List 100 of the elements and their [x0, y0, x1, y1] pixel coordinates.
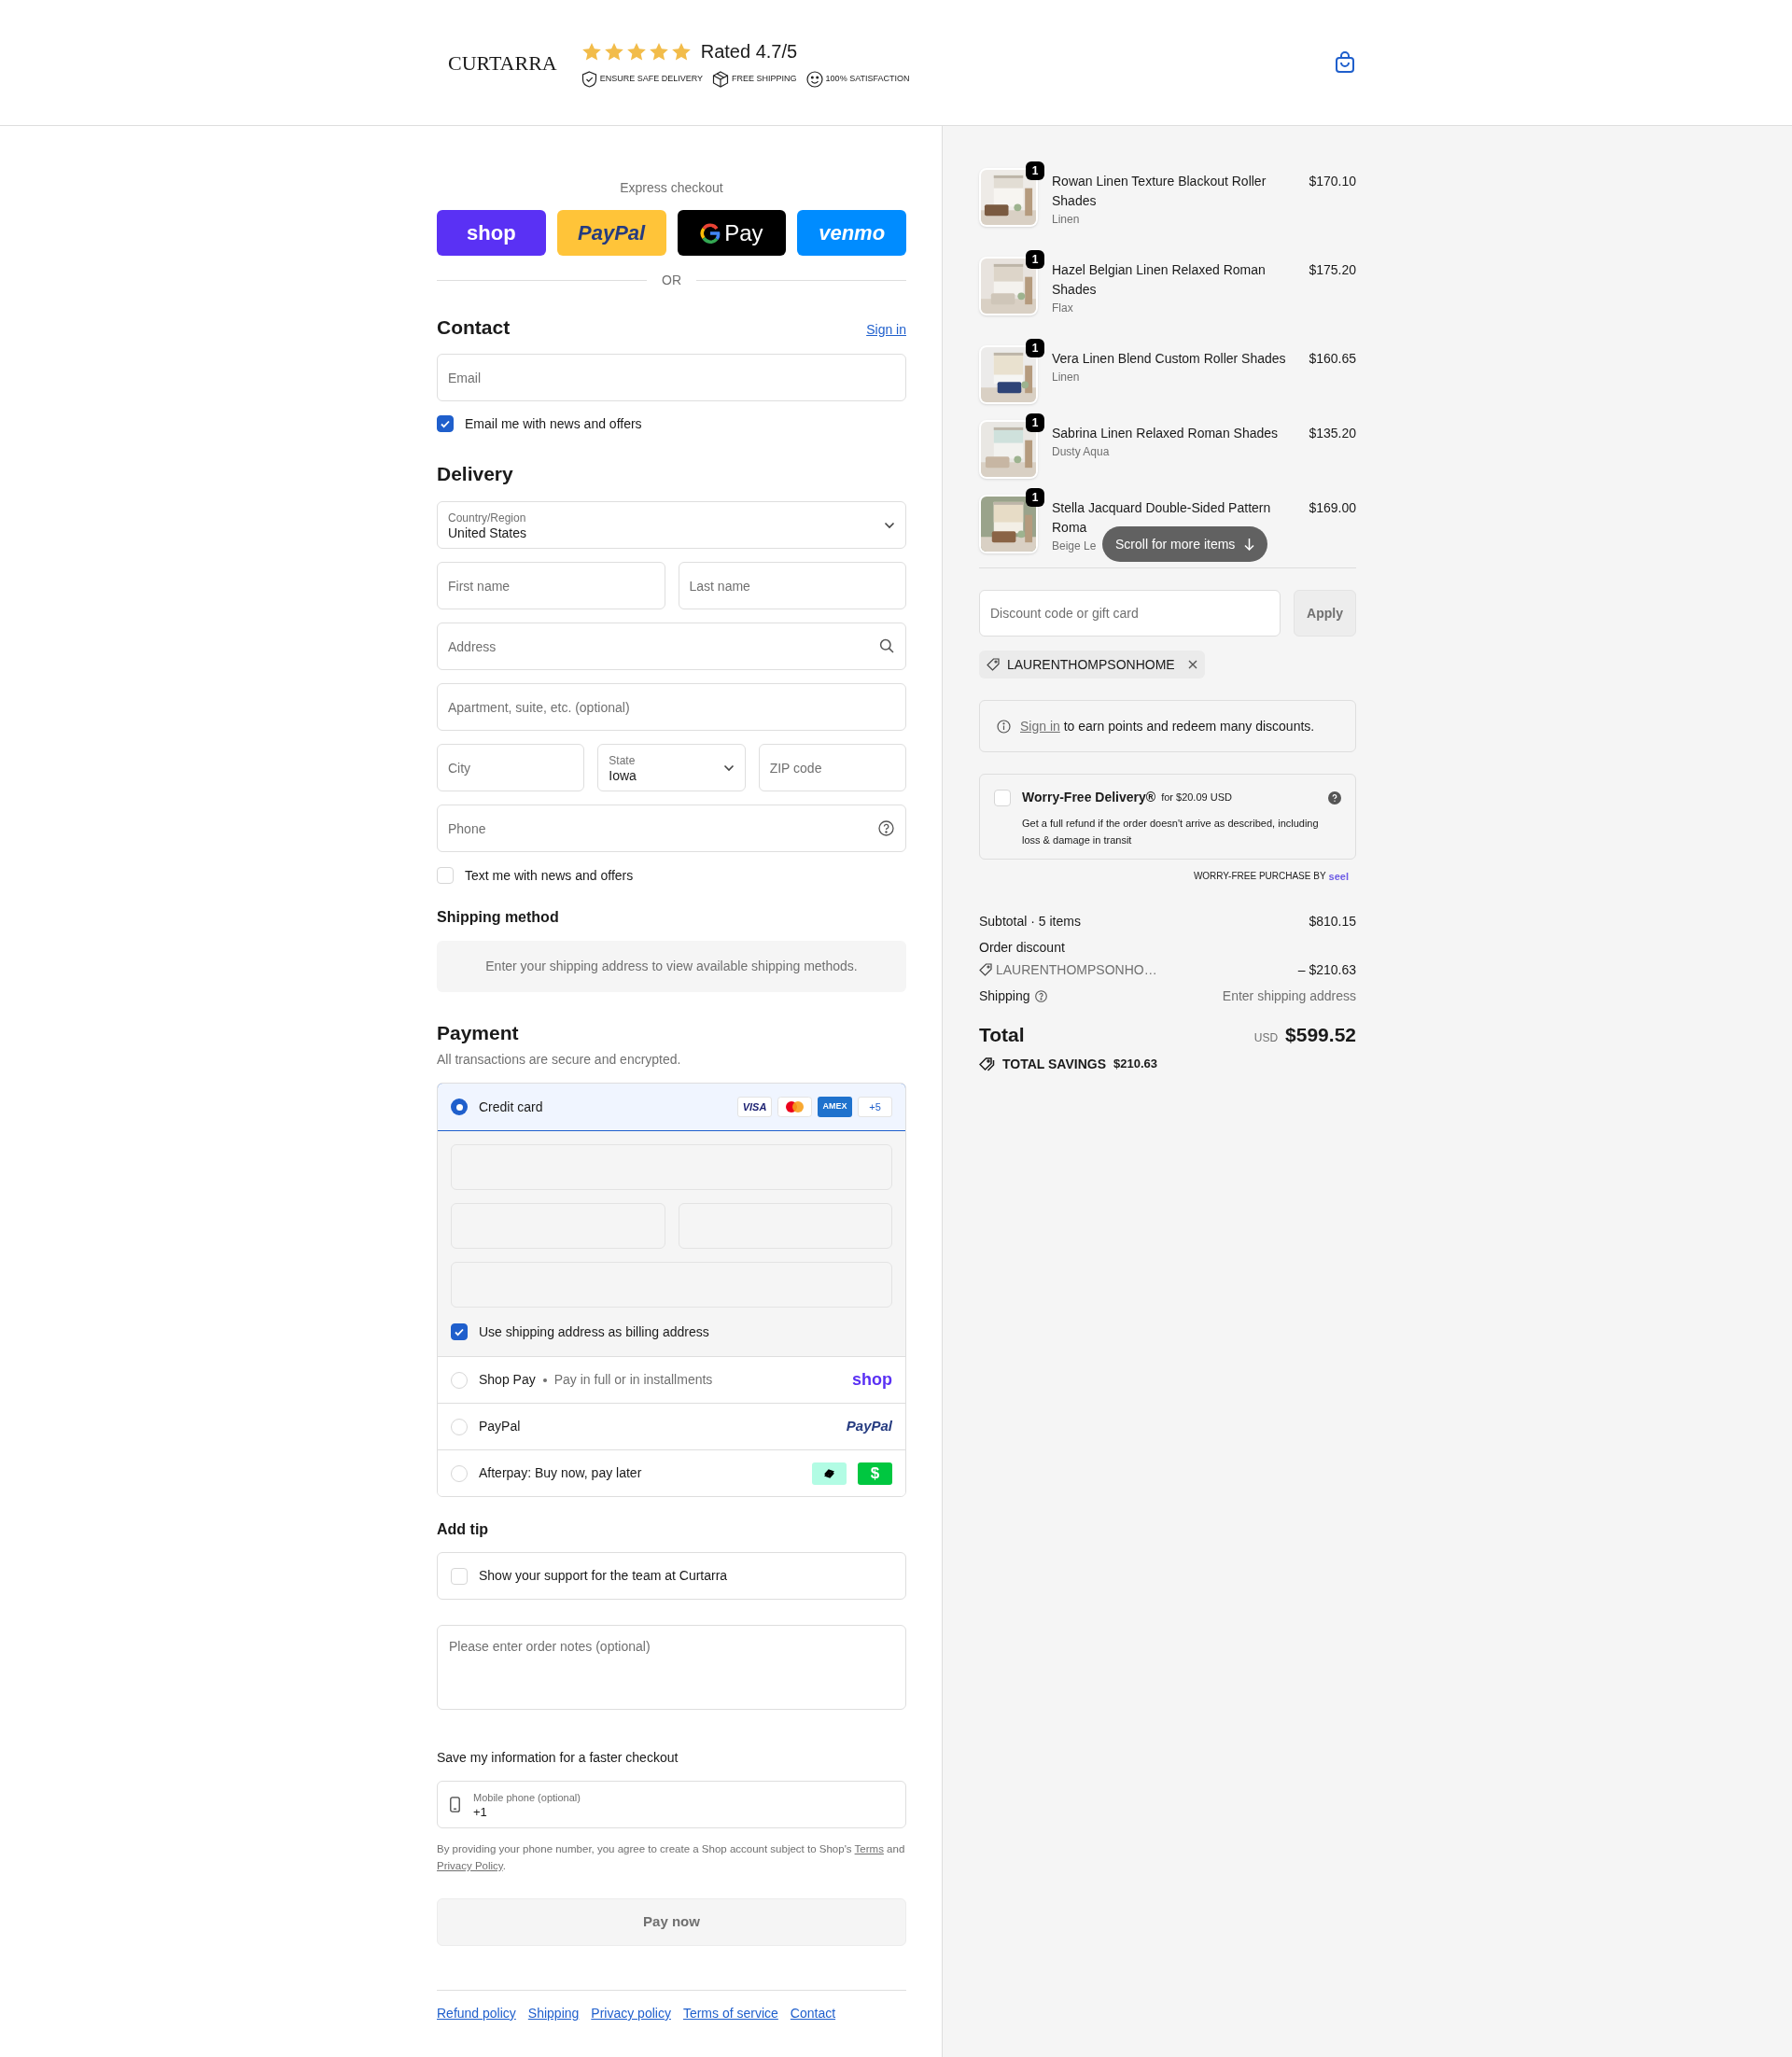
chevron-down-icon — [884, 521, 895, 529]
badge-text: ENSURE SAFE DELIVERY — [599, 73, 704, 86]
arrow-down-icon — [1244, 538, 1255, 551]
divider-text: OR — [662, 271, 681, 289]
help-icon[interactable] — [1328, 791, 1341, 805]
paypal-button[interactable]: PayPal — [556, 210, 666, 256]
input-field[interactable]: Phone — [437, 805, 906, 852]
amex-logo: AMEX — [818, 1097, 852, 1117]
tag-icon — [987, 658, 1000, 671]
radio-button[interactable] — [451, 1371, 468, 1389]
footer-link[interactable]: Shipping — [527, 2004, 580, 2022]
apply-button[interactable]: Apply — [1294, 590, 1356, 637]
summary-label: Subtotal · 5 items — [979, 912, 1081, 931]
product-price: $135.20 — [1308, 425, 1356, 442]
footer-link[interactable]: Terms of service — [682, 2004, 778, 2022]
pay-now-button[interactable]: Pay now — [437, 1898, 906, 1946]
quantity-badge: 1 — [1026, 488, 1044, 507]
section-label: Express checkout — [619, 179, 724, 197]
currency-label: USD — [1253, 1030, 1279, 1047]
shopping-bag-icon[interactable] — [1335, 51, 1355, 74]
checkbox[interactable] — [437, 415, 454, 432]
select-field[interactable]: State Iowa — [597, 744, 746, 791]
section-label: Save my information for a faster checkout — [437, 1749, 679, 1767]
checkbox[interactable] — [451, 1323, 468, 1340]
payment-label: Credit card — [479, 1098, 543, 1116]
mobile-phone-icon — [450, 1797, 460, 1812]
summary-value: $810.15 — [1309, 912, 1356, 931]
product-name: Hazel Belgian Linen Relaxed Roman Shades — [1052, 261, 1267, 299]
product-variant: Linen — [1052, 370, 1080, 385]
help-icon[interactable] — [878, 820, 894, 836]
radio-button[interactable] — [451, 1418, 468, 1435]
product-variant: Beige Le — [1052, 539, 1097, 554]
input-field[interactable]: Last name — [678, 562, 906, 609]
payment-option[interactable]: Credit card VISA AMEX +5 — [438, 1084, 905, 1131]
star-icon — [625, 41, 647, 62]
footer-link[interactable]: Contact — [790, 2004, 836, 2022]
checkbox-label: Use shipping address as billing address — [479, 1322, 709, 1341]
input-field[interactable]: ZIP code — [758, 744, 906, 791]
chevron-down-icon — [722, 763, 735, 772]
help-icon[interactable] — [1034, 989, 1047, 1002]
phone-field[interactable]: Mobile phone (optional) +1 — [437, 1781, 906, 1828]
section-heading: Add tip — [437, 1520, 490, 1539]
savings-label: TOTAL SAVINGS — [1002, 1055, 1106, 1073]
star-icon — [603, 41, 624, 62]
check-icon — [454, 1326, 465, 1337]
quantity-badge: 1 — [1026, 339, 1044, 357]
sign-in-link[interactable]: Sign in — [866, 320, 906, 340]
payment-label: Afterpay: Buy now, pay later — [479, 1464, 642, 1482]
discount-field[interactable]: Discount code or gift card — [979, 590, 1281, 637]
checkbox-label: Email me with news and offers — [465, 414, 642, 433]
disclaimer-text: By providing your phone number, you agree to create a Shop account subject to Shop's Terms and Privacy Policy. — [437, 1842, 906, 1873]
payment-label: Shop Pay — [479, 1371, 536, 1389]
seel-logo: seel — [1328, 870, 1349, 884]
scroll-hint[interactable]: Scroll for more items — [1102, 526, 1268, 562]
product-price: $175.20 — [1308, 261, 1356, 279]
radio-button[interactable] — [451, 1464, 468, 1482]
payment-option[interactable]: Afterpay: Buy now, pay later $ — [438, 1449, 905, 1496]
input-field[interactable]: Address — [437, 623, 906, 670]
logo[interactable]: CURTARRA — [448, 47, 557, 78]
close-icon[interactable] — [1187, 660, 1197, 669]
select-field[interactable]: Country/Region United States — [437, 501, 906, 549]
google-pay-button[interactable]: Pay — [677, 210, 787, 256]
product-variant: Dusty Aqua — [1052, 444, 1110, 460]
input-field[interactable]: City — [437, 744, 585, 791]
product-price: $160.65 — [1308, 350, 1356, 368]
product-variant: Linen — [1052, 212, 1080, 228]
rating-text: Rated 4.7/5 — [700, 40, 798, 63]
checkbox-label: Show your support for the team at Curtarra — [479, 1567, 728, 1585]
visa-logo: VISA — [737, 1097, 772, 1117]
quantity-badge: 1 — [1026, 250, 1044, 269]
venmo-button[interactable]: venmo — [797, 210, 906, 256]
search-icon — [879, 638, 894, 653]
cash-icon: $ — [858, 1462, 892, 1485]
google-g-icon — [700, 222, 721, 244]
section-heading: Shipping method — [437, 908, 560, 927]
input-field[interactable]: Apartment, suite, etc. (optional) — [437, 683, 906, 731]
radio-button[interactable] — [451, 1098, 468, 1115]
policy-link[interactable]: Terms — [854, 1843, 884, 1854]
product-price: $170.10 — [1308, 173, 1356, 190]
info-message: Enter your shipping address to view available shipping methods. — [437, 941, 906, 992]
star-icon — [581, 41, 602, 62]
input-field[interactable]: Email — [437, 354, 906, 401]
input-field[interactable]: First name — [437, 562, 665, 609]
box-icon — [712, 71, 730, 88]
star-icon — [648, 41, 669, 62]
tags-icon — [979, 1056, 995, 1071]
shop-pay-button[interactable]: shop — [437, 210, 546, 256]
footer-link[interactable]: Refund policy — [437, 2004, 516, 2022]
shop-pay-logo: shop — [852, 1369, 892, 1391]
protection-title: Worry-Free Delivery® — [1022, 789, 1156, 806]
badge-text: FREE SHIPPING — [732, 73, 797, 86]
sign-in-link[interactable]: Sign in — [1020, 718, 1060, 734]
section-heading: Contact — [437, 315, 511, 340]
quantity-badge: 1 — [1026, 413, 1044, 432]
notes-field[interactable]: Please enter order notes (optional) — [437, 1625, 906, 1710]
policy-link[interactable]: Privacy Policy — [437, 1860, 503, 1871]
savings-value: $210.63 — [1113, 1056, 1157, 1073]
section-subtitle: All transactions are secure and encrypted. — [437, 1051, 682, 1068]
footer-link[interactable]: Privacy policy — [591, 2004, 671, 2022]
mastercard-logo — [777, 1097, 812, 1117]
